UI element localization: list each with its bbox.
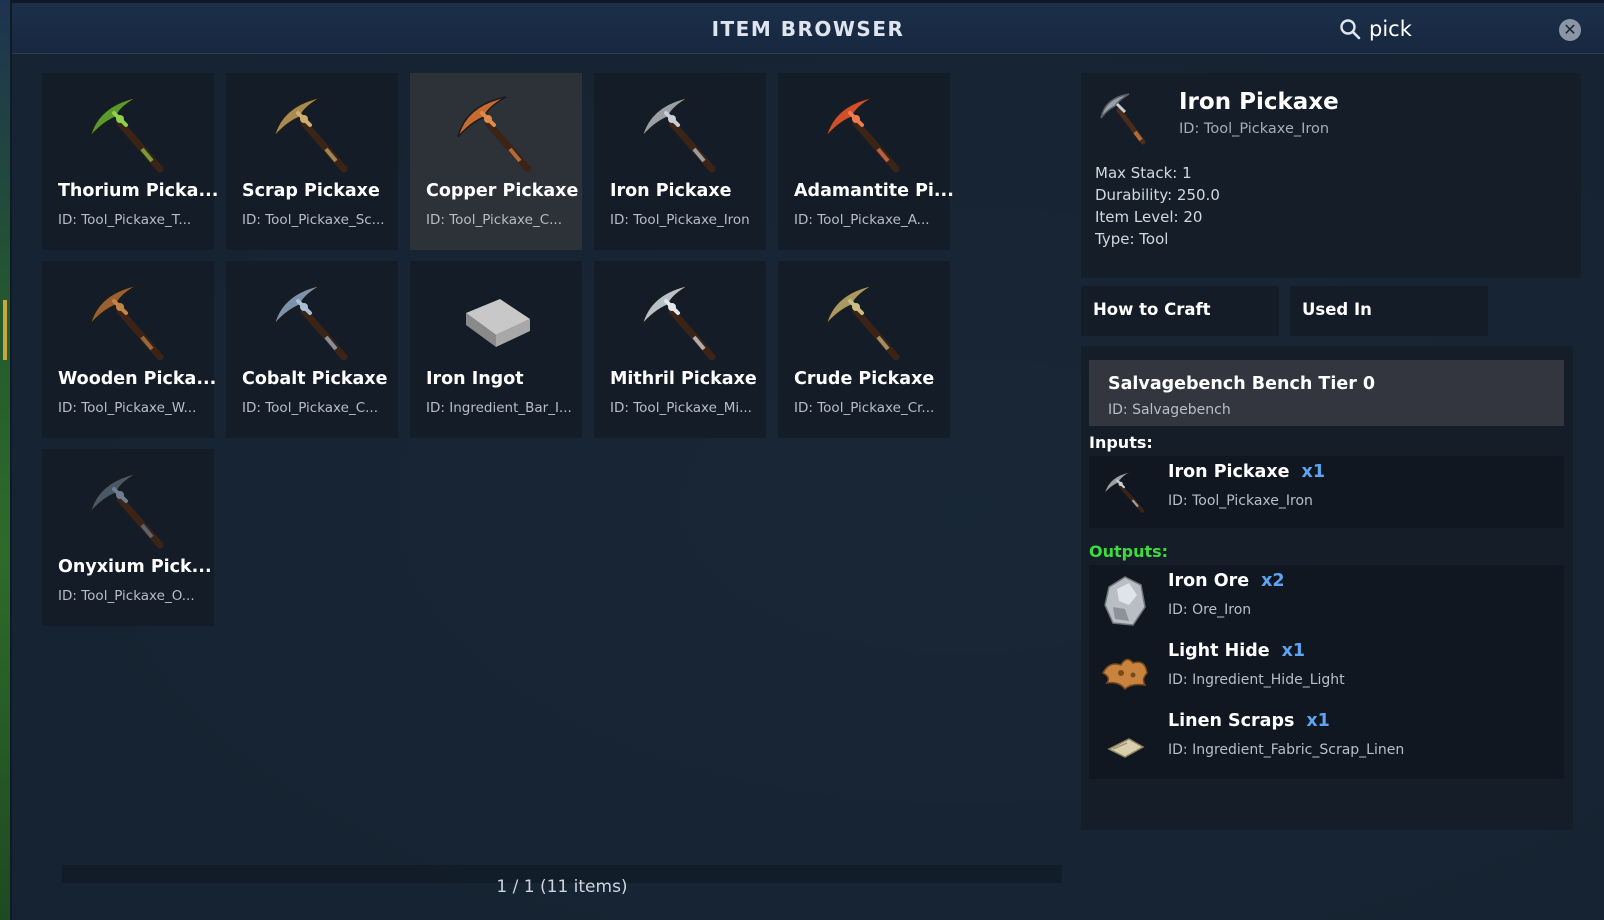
recipe-item[interactable]: Light Hide x1 ID: Ingredient_Hide_Light (1089, 635, 1564, 707)
crafting-bench: Salvagebench Bench Tier 0 ID: Salvageben… (1089, 360, 1564, 426)
pickaxe-icon (816, 91, 912, 177)
recipe-item[interactable]: Linen Scraps x1 ID: Ingredient_Fabric_Scra… (1089, 705, 1564, 777)
item-detail-panel: Iron Pickaxe ID: Tool_Pickaxe_Iron Max S… (1081, 73, 1581, 278)
item-card[interactable]: Mithril Pickaxe ID: Tool_Pickaxe_Mi... (594, 261, 766, 438)
pickaxe-icon (1099, 464, 1151, 520)
tab-used-in[interactable]: Used In (1290, 286, 1488, 336)
outputs-label: Outputs: (1089, 542, 1169, 561)
ore-icon (1099, 573, 1151, 629)
item-card-name: Iron Ingot (426, 369, 524, 389)
bench-id: ID: Salvagebench (1108, 402, 1231, 418)
item-card[interactable]: Iron Ingot ID: Ingredient_Bar_I... (410, 261, 582, 438)
item-card-name: Wooden Picka... (58, 369, 217, 389)
recipe-item-id: ID: Ingredient_Fabric_Scrap_Linen (1168, 742, 1405, 758)
bench-name: Salvagebench Bench Tier 0 (1108, 374, 1376, 394)
item-card[interactable]: Wooden Picka... ID: Tool_Pickaxe_W... (42, 261, 217, 438)
inputs-label: Inputs: (1089, 433, 1153, 452)
close-button[interactable]: ✕ (1559, 19, 1581, 41)
item-card-id: ID: Tool_Pickaxe_T... (58, 212, 192, 228)
recipe-item-label: Iron Ore (1168, 571, 1250, 591)
item-card[interactable]: Adamantite Pi... ID: Tool_Pickaxe_A... (778, 73, 954, 250)
item-card-id: ID: Tool_Pickaxe_A... (794, 212, 930, 228)
background-post (3, 300, 7, 360)
item-card[interactable]: Scrap Pickaxe ID: Tool_Pickaxe_Sc... (226, 73, 398, 250)
recipe-item[interactable]: Iron Pickaxe x1 ID: Tool_Pickaxe_Iron (1089, 456, 1564, 528)
search-input[interactable] (1369, 15, 1519, 43)
pickaxe-icon (632, 91, 728, 177)
recipe-item-name: Iron Ore x2 (1168, 571, 1285, 591)
item-card[interactable]: Crude Pickaxe ID: Tool_Pickaxe_Cr... (778, 261, 950, 438)
recipe-item-id: ID: Ingredient_Hide_Light (1168, 672, 1345, 688)
tab-how-to-craft[interactable]: How to Craft (1081, 286, 1279, 336)
background-scenery (0, 0, 10, 920)
recipe-item-id: ID: Ore_Iron (1168, 602, 1252, 618)
item-card[interactable]: Cobalt Pickaxe ID: Tool_Pickaxe_C... (226, 261, 398, 438)
detail-item-id: ID: Tool_Pickaxe_Iron (1179, 121, 1330, 137)
pagination-label: 1 / 1 (11 items) (496, 877, 628, 897)
pickaxe-icon (632, 279, 728, 365)
close-icon: ✕ (1563, 20, 1577, 39)
item-card-id: ID: Tool_Pickaxe_C... (426, 212, 562, 228)
item-card-name: Adamantite Pi... (794, 181, 954, 201)
stat-item-level: Item Level: 20 (1095, 208, 1203, 226)
recipe-item-name: Linen Scraps x1 (1168, 711, 1330, 731)
hide-icon (1099, 643, 1151, 699)
outputs-list: Iron Ore x2 ID: Ore_Iron Light Hide x1 ID: In… (1089, 565, 1564, 779)
item-card-name: Cobalt Pickaxe (242, 369, 388, 389)
pickaxe-icon (264, 91, 360, 177)
item-card[interactable]: Iron Pickaxe ID: Tool_Pickaxe_Iron (594, 73, 766, 250)
search-icon (1340, 19, 1361, 40)
item-card-name: Mithril Pickaxe (610, 369, 757, 389)
recipe-item-label: Linen Scraps (1168, 711, 1295, 731)
recipe-item-quantity: x1 (1306, 711, 1330, 731)
item-card[interactable]: Thorium Picka... ID: Tool_Pickaxe_T... (42, 73, 218, 250)
item-card-id: ID: Tool_Pickaxe_O... (58, 588, 195, 604)
recipe-panel: Salvagebench Bench Tier 0 ID: Salvageben… (1081, 346, 1573, 830)
title-bar: ITEM BROWSER ✕ (12, 3, 1604, 54)
iron-pickaxe-icon (1100, 93, 1146, 145)
item-card[interactable]: Onyxium Pick... ID: Tool_Pickaxe_O... (42, 449, 214, 626)
recipe-item-name: Iron Pickaxe x1 (1168, 462, 1325, 482)
stat-max-stack: Max Stack: 1 (1095, 164, 1192, 182)
item-card-id: ID: Ingredient_Bar_I... (426, 400, 572, 416)
item-card-name: Iron Pickaxe (610, 181, 732, 201)
recipe-item[interactable]: Iron Ore x2 ID: Ore_Iron (1089, 565, 1564, 637)
pickaxe-icon (80, 279, 176, 365)
detail-item-name: Iron Pickaxe (1179, 89, 1339, 115)
item-card-id: ID: Tool_Pickaxe_Mi... (610, 400, 752, 416)
item-card-name: Scrap Pickaxe (242, 181, 380, 201)
pickaxe-icon (80, 467, 176, 553)
item-card-id: ID: Tool_Pickaxe_Cr... (794, 400, 935, 416)
pickaxe-icon (80, 91, 176, 177)
item-card[interactable]: Copper Pickaxe ID: Tool_Pickaxe_C... (410, 73, 582, 250)
inputs-list: Iron Pickaxe x1 ID: Tool_Pickaxe_Iron (1089, 456, 1564, 528)
item-card-id: ID: Tool_Pickaxe_Iron (610, 212, 750, 228)
recipe-item-label: Light Hide (1168, 641, 1270, 661)
ingot-icon (448, 279, 544, 365)
item-card-name: Crude Pickaxe (794, 369, 935, 389)
item-card-name: Copper Pickaxe (426, 181, 579, 201)
recipe-item-name: Light Hide x1 (1168, 641, 1305, 661)
pickaxe-icon (264, 279, 360, 365)
stat-durability: Durability: 250.0 (1095, 186, 1220, 204)
fabric-icon (1099, 713, 1151, 769)
recipe-item-label: Iron Pickaxe (1168, 462, 1290, 482)
recipe-item-quantity: x1 (1281, 641, 1306, 661)
item-browser-window: ITEM BROWSER ✕ Thorium Picka... ID: Tool_… (10, 0, 1604, 920)
item-card-id: ID: Tool_Pickaxe_C... (242, 400, 378, 416)
stat-type: Type: Tool (1095, 230, 1169, 248)
pickaxe-icon (816, 279, 912, 365)
item-card-name: Thorium Picka... (58, 181, 219, 201)
recipe-item-quantity: x1 (1301, 462, 1325, 482)
item-card-name: Onyxium Pick... (58, 557, 212, 577)
item-card-id: ID: Tool_Pickaxe_W... (58, 400, 197, 416)
item-card-id: ID: Tool_Pickaxe_Sc... (242, 212, 385, 228)
window-title: ITEM BROWSER (711, 17, 905, 41)
pickaxe-icon (448, 91, 544, 177)
recipe-item-id: ID: Tool_Pickaxe_Iron (1168, 493, 1313, 509)
recipe-item-quantity: x2 (1261, 571, 1285, 591)
